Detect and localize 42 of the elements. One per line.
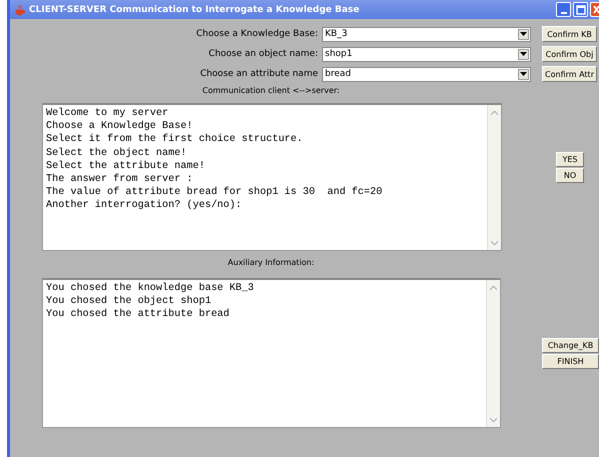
section-label: Communication client <-->server: (201, 86, 341, 95)
field-label: Choose a Knowledge Base: (195, 29, 318, 39)
close-icon (592, 4, 598, 14)
close-button[interactable] (590, 2, 599, 17)
text-line: You chosed the attribute bread (46, 308, 230, 322)
scrollbar[interactable] (486, 280, 500, 427)
window-title: CLIENT-SERVER Communication to Interrogate a Knowledge Base (29, 4, 360, 14)
scroll-down-icon (489, 415, 498, 424)
coffee-cup-icon (14, 4, 26, 16)
dropdown[interactable]: KB_3 (322, 26, 531, 42)
text-line: Select the attribute name! (46, 160, 206, 174)
maximize-icon (576, 4, 586, 14)
confirm-button[interactable]: Confirm Obj (542, 46, 597, 62)
text-line: You chosed the object shop1 (46, 295, 212, 308)
text-line: You chosed the knowledge base KB_3 (46, 282, 254, 296)
scroll-up-icon (489, 283, 498, 292)
maximize-button[interactable] (573, 2, 588, 17)
minimize-icon (560, 12, 566, 14)
dropdown[interactable]: bread (322, 66, 531, 82)
answer-button[interactable]: NO (556, 168, 584, 183)
dropdown[interactable]: shop1 (322, 46, 531, 62)
scroll-down-icon (490, 238, 499, 247)
text-line: The answer from server : (46, 173, 194, 186)
text-line: The value of attribute bread for shop1 is 30 and fc=20 (46, 186, 382, 200)
text-area[interactable]: You chosed the knowledge base KB_3 You chosed the object shop1 You chosed the attribute bread (42, 278, 501, 428)
text-line: Select the object name! (46, 146, 188, 160)
confirm-button[interactable]: Confirm KB (542, 26, 597, 42)
field-label: Choose an object name: (208, 49, 318, 59)
text-line: Choose a Knowledge Base! (46, 120, 194, 134)
text-line: Welcome to my server (46, 107, 170, 120)
field-label: Choose an attribute name (199, 69, 318, 79)
text-area[interactable] (42, 103, 502, 251)
confirm-button[interactable]: Confirm Attr (542, 66, 597, 82)
scrollbar[interactable] (487, 105, 501, 250)
section-label: Auxiliary Information: (226, 258, 316, 267)
scroll-up-icon (490, 108, 499, 117)
text-line: Select it from the first choice structure. (46, 133, 304, 147)
answer-button[interactable]: YES (556, 152, 584, 167)
minimize-button[interactable] (556, 2, 571, 17)
text-line: Another interrogation? (yes/no): (46, 199, 243, 213)
action-button[interactable]: FINISH (542, 354, 599, 369)
action-button[interactable]: Change_KB (542, 338, 599, 353)
